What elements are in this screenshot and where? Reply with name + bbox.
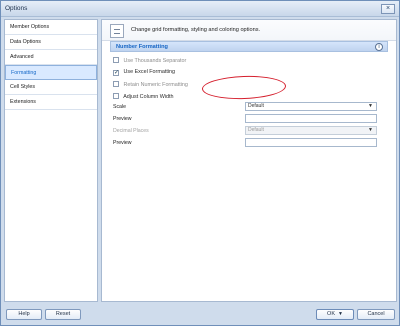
- chevron-down-icon[interactable]: ▼: [368, 127, 373, 134]
- panel-description: Change grid formatting, styling and colo…: [131, 27, 261, 33]
- sidebar-item-extensions[interactable]: Extensions: [5, 95, 97, 110]
- title-bar: Options ×: [1, 1, 399, 17]
- sidebar-item-data-options[interactable]: Data Options: [5, 35, 97, 50]
- use-excel-formatting-checkbox[interactable]: ✓ Use Excel Formatting: [113, 69, 175, 76]
- sidebar-item-cell-styles[interactable]: Cell Styles: [5, 80, 97, 95]
- use-thousands-separator-label: Use Thousands Separator: [123, 58, 187, 64]
- close-button[interactable]: ×: [381, 4, 395, 14]
- close-icon: ×: [385, 5, 391, 12]
- sidebar-item-formatting[interactable]: Formatting: [5, 65, 97, 80]
- decimal-places-dropdown[interactable]: Default ▼: [245, 126, 377, 135]
- adjust-column-width-checkbox[interactable]: Adjust Column Width: [113, 93, 174, 100]
- number-formatting-section-header: Number Formatting i: [110, 41, 388, 52]
- formatting-panel: Change grid formatting, styling and colo…: [101, 19, 397, 302]
- panel-header: Change grid formatting, styling and colo…: [102, 20, 396, 41]
- use-thousands-separator-checkbox[interactable]: Use Thousands Separator: [113, 57, 186, 64]
- options-window: Options × Member Options Data Options Ad…: [0, 0, 400, 326]
- cancel-button[interactable]: Cancel: [357, 309, 395, 320]
- checkbox-box[interactable]: [113, 57, 119, 63]
- decimal-places-label: Decimal Places: [113, 128, 149, 134]
- scale-label: Scale: [113, 104, 126, 110]
- scale-preview-field: [245, 114, 377, 123]
- chevron-down-icon: ▼: [338, 311, 343, 317]
- sidebar-item-member-options[interactable]: Member Options: [5, 20, 97, 35]
- ok-label: OK: [327, 311, 335, 317]
- retain-numeric-formatting-checkbox[interactable]: Retain Numeric Formatting: [113, 81, 188, 88]
- chevron-down-icon[interactable]: ▼: [368, 103, 373, 110]
- checkbox-box[interactable]: [113, 93, 119, 99]
- decimal-preview-field: [245, 138, 377, 147]
- ok-button[interactable]: OK ▼: [316, 309, 354, 320]
- scale-preview-label: Preview: [113, 116, 132, 122]
- document-lines-icon: [110, 24, 124, 38]
- decimal-preview-label: Preview: [113, 140, 132, 146]
- window-title: Options: [5, 5, 28, 12]
- red-highlight-ellipse: [201, 74, 287, 101]
- check-mark-icon: ✓: [114, 70, 120, 76]
- sidebar-item-advanced[interactable]: Advanced: [5, 50, 97, 65]
- decimal-places-value: Default: [248, 127, 264, 133]
- checkbox-box[interactable]: [113, 81, 119, 87]
- options-sidebar: Member Options Data Options Advanced For…: [4, 19, 98, 302]
- help-button[interactable]: Help: [6, 309, 42, 320]
- section-title: Number Formatting: [116, 44, 168, 50]
- info-icon[interactable]: i: [375, 43, 383, 51]
- reset-button[interactable]: Reset: [45, 309, 81, 320]
- adjust-column-width-label: Adjust Column Width: [123, 94, 174, 100]
- checkbox-box[interactable]: ✓: [113, 70, 119, 76]
- use-excel-formatting-label: Use Excel Formatting: [123, 69, 176, 75]
- scale-dropdown[interactable]: Default ▼: [245, 102, 377, 111]
- scale-value: Default: [248, 103, 264, 109]
- retain-numeric-formatting-label: Retain Numeric Formatting: [123, 82, 188, 88]
